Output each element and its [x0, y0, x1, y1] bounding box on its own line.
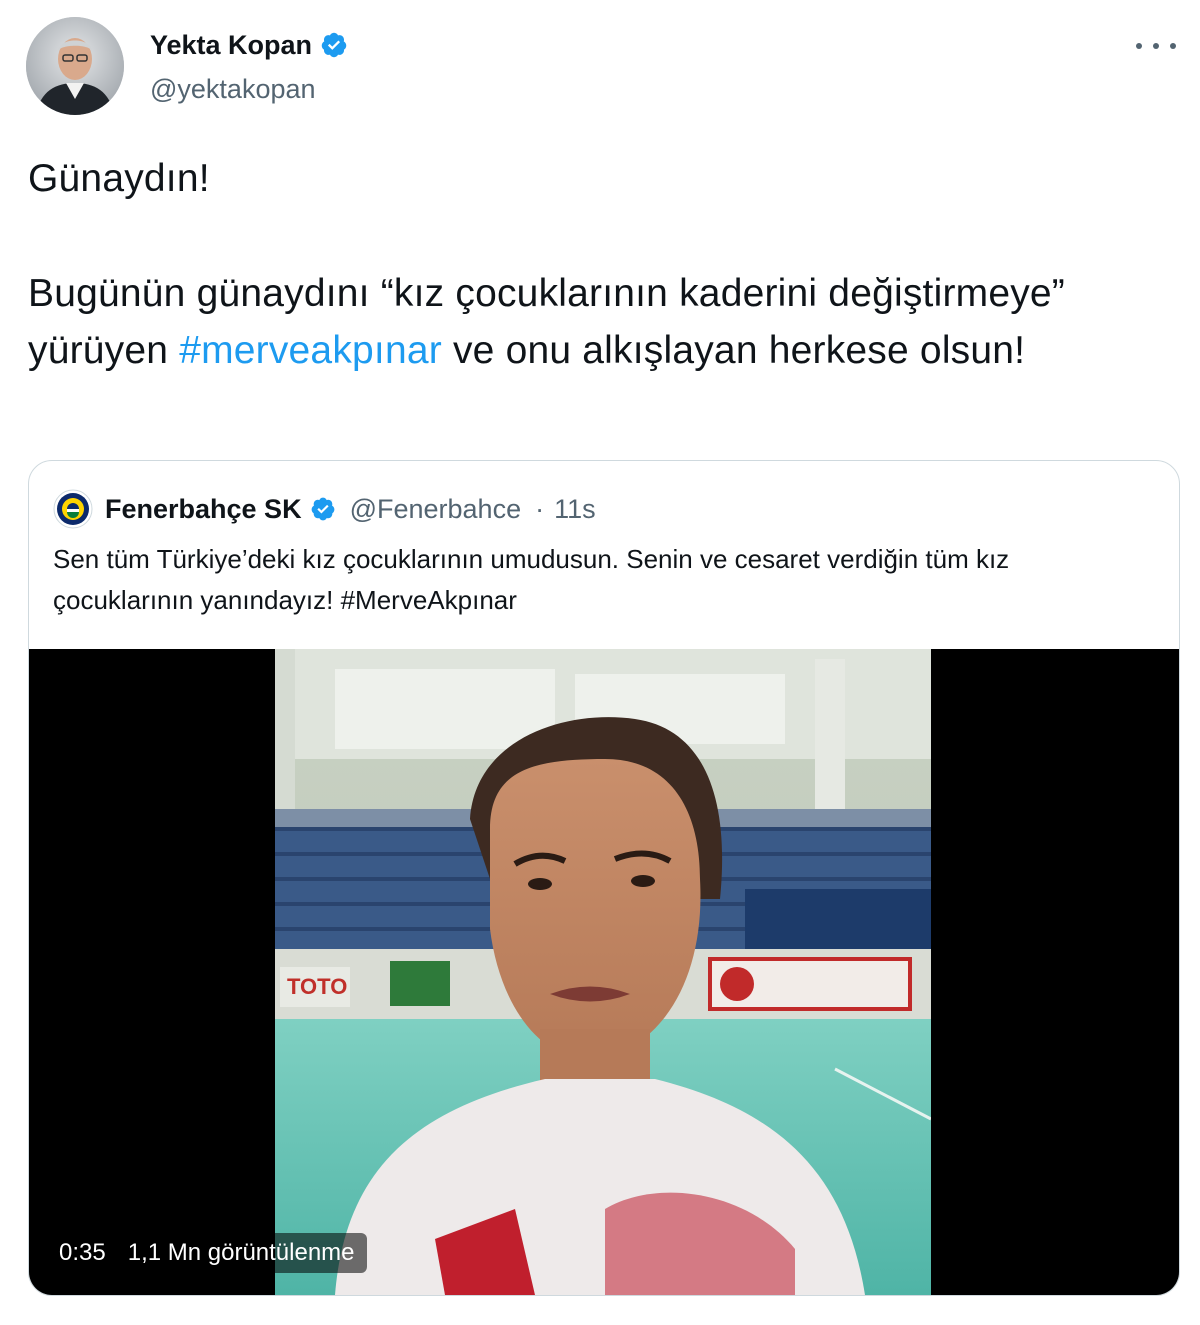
video-duration: 0:35: [59, 1239, 106, 1266]
more-horizontal-icon[interactable]: [1136, 36, 1176, 56]
verified-badge-icon: [311, 497, 334, 521]
quoted-tweet-text: Sen tüm Türkiye’deki kız çocuklarının um…: [53, 539, 1143, 621]
tweet-text: Günaydın! Bugünün günaydını “kız çocukla…: [28, 150, 1188, 379]
fenerbahce-logo-icon[interactable]: [53, 489, 93, 529]
tweet-card: Yekta Kopan @yektakopan Günaydın! Bugünü…: [0, 0, 1200, 1325]
author-name-text[interactable]: Yekta Kopan: [150, 28, 312, 62]
quoted-text: Sen tüm Türkiye’deki kız çocuklarının um…: [53, 544, 1010, 615]
quoted-tweet[interactable]: Fenerbahçe SK @Fenerbahce · 11s Sen tüm …: [28, 460, 1180, 1296]
video-views: 1,1 Mn görüntülenme: [127, 1239, 355, 1266]
quoted-author-name[interactable]: Fenerbahçe SK: [105, 494, 302, 525]
video-info-overlay: 0:35 1,1 Mn görüntülenme: [47, 1233, 367, 1273]
verified-badge-icon: [321, 32, 347, 58]
author-handle[interactable]: @yektakopan: [150, 72, 316, 106]
tweet-body: Bugünün günaydını “kız çocuklarının kade…: [28, 265, 1188, 379]
svg-text:TOTO: TOTO: [287, 974, 347, 999]
hashtag-link[interactable]: #merveakpınar: [179, 329, 442, 372]
video-player[interactable]: TOTO 0:35 1,1 Mn görüntülenme: [29, 649, 1179, 1295]
author-name[interactable]: Yekta Kopan: [150, 28, 348, 62]
quoted-tweet-header: Fenerbahçe SK @Fenerbahce · 11s: [53, 489, 596, 529]
author-avatar[interactable]: [26, 17, 124, 115]
tweet-body-part2: ve onu alkışlayan herkese olsun!: [441, 329, 1026, 372]
video-thumbnail[interactable]: TOTO: [275, 649, 931, 1295]
quoted-author-handle[interactable]: @Fenerbahce: [350, 494, 522, 525]
tweet-greeting: Günaydın!: [28, 157, 210, 200]
quoted-separator: ·: [535, 493, 545, 524]
quoted-timestamp[interactable]: 11s: [554, 494, 596, 525]
